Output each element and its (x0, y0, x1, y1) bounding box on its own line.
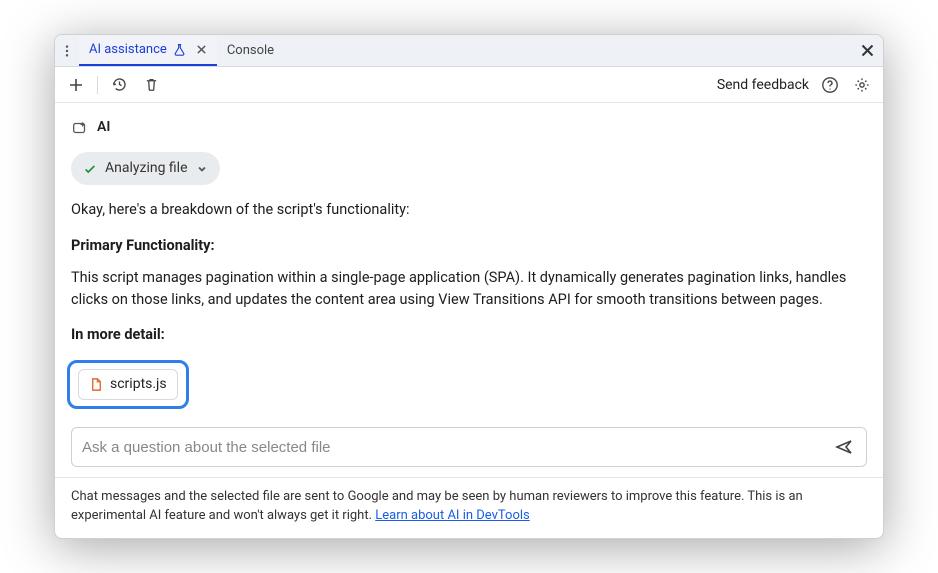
selected-file-highlight: scripts.js (67, 360, 189, 409)
response-heading-primary: Primary Functionality: (71, 235, 867, 257)
send-feedback-link[interactable]: Send feedback (717, 77, 809, 93)
send-button[interactable] (832, 435, 856, 459)
tab-label: Console (227, 43, 274, 58)
learn-more-link[interactable]: Learn about AI in DevTools (375, 508, 529, 523)
selected-file-chip[interactable]: scripts.js (78, 369, 178, 400)
tab-bar: AI assistance Console (55, 35, 883, 67)
devtools-panel: AI assistance Console (54, 34, 884, 538)
tab-label: AI assistance (89, 42, 167, 57)
file-icon (89, 377, 104, 392)
panel-menu-button[interactable] (55, 40, 79, 62)
chevron-down-icon (196, 163, 208, 175)
close-panel-button[interactable] (851, 43, 883, 58)
toolbar: Send feedback (55, 67, 883, 103)
new-chat-button[interactable] (65, 74, 87, 96)
settings-button[interactable] (851, 74, 873, 96)
ai-label: AI (97, 117, 110, 138)
response-intro: Okay, here's a breakdown of the script's… (71, 199, 867, 221)
chat-content: AI Analyzing file Okay, here's a breakdo… (55, 103, 883, 427)
flask-icon (173, 43, 186, 56)
chip-label: Analyzing file (105, 158, 188, 179)
response-heading-detail: In more detail: (71, 324, 867, 346)
ai-sparkle-icon (71, 119, 89, 137)
delete-button[interactable] (140, 74, 162, 96)
tab-ai-assistance[interactable]: AI assistance (79, 35, 217, 66)
help-button[interactable] (819, 74, 841, 96)
analyzing-file-chip[interactable]: Analyzing file (71, 152, 220, 185)
disclaimer-footer: Chat messages and the selected file are … (55, 477, 883, 538)
response-paragraph: This script manages pagination within a … (71, 267, 867, 311)
check-icon (83, 162, 97, 176)
file-name: scripts.js (110, 374, 167, 395)
close-tab-icon[interactable] (196, 44, 207, 55)
prompt-input-row (71, 427, 867, 467)
prompt-input[interactable] (82, 439, 832, 456)
tab-console[interactable]: Console (217, 35, 284, 66)
ai-header: AI (71, 117, 867, 138)
history-button[interactable] (108, 74, 130, 96)
